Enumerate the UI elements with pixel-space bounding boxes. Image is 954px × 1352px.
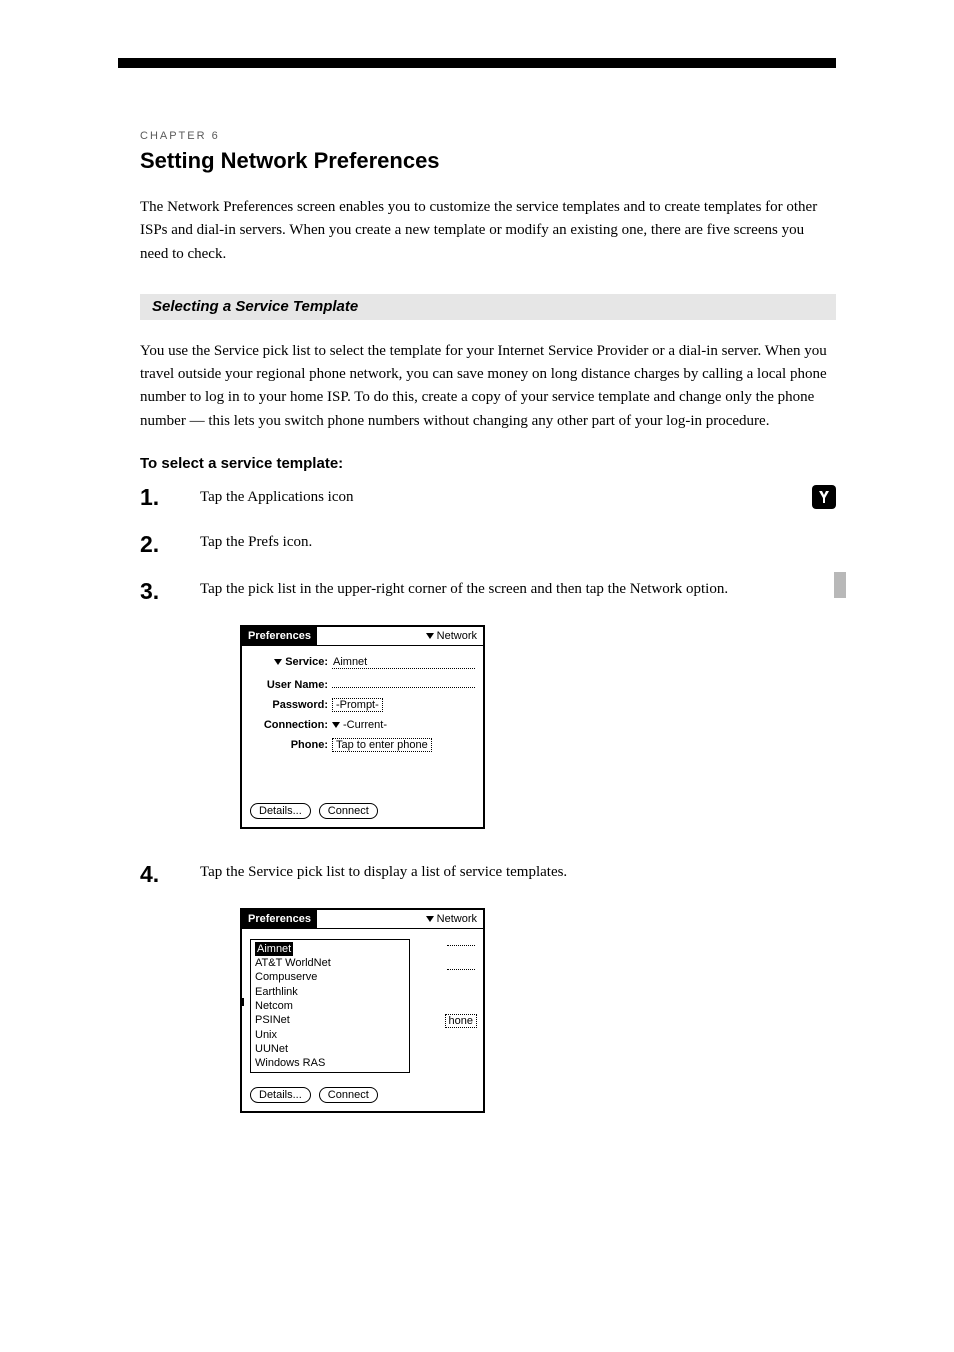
popup-anchor [240,998,244,1006]
intro-paragraph: The Network Preferences screen enables y… [140,196,836,266]
step-text: Tap the pick list in the upper-right cor… [200,578,836,601]
step-text: Tap the Prefs icon. [200,531,836,554]
screen-titlebar: Preferences Network [242,627,483,646]
steps-heading: To select a service template: [140,455,836,472]
service-row: Service: Aimnet [250,656,475,669]
service-option[interactable]: Compuserve [255,970,405,984]
preferences-screen-popup: Preferences Network Aimnet AT&T WorldNet… [240,908,485,1114]
step-number: 1. [140,484,200,511]
chevron-down-icon [426,633,434,639]
connection-value: -Current- [343,719,387,731]
service-option[interactable]: Windows RAS [255,1056,405,1070]
step-3: 3. Tap the pick list in the upper-right … [140,578,836,605]
step-number: 4. [140,861,200,888]
password-fragment [447,958,475,970]
connect-button[interactable]: Connect [319,1087,378,1103]
step-text: Tap the Service pick list to display a l… [200,861,836,884]
connect-button[interactable]: Connect [319,803,378,819]
service-option[interactable]: UUNet [255,1042,405,1056]
screen-title: Preferences [242,910,317,928]
category-picker-value: Network [437,630,477,642]
step-1: 1. Tap the Applications icon [140,484,836,511]
password-row: Password: -Prompt- [250,698,475,712]
username-field[interactable] [332,676,475,688]
step-number: 2. [140,531,200,558]
subsection-paragraph: You use the Service pick list to select … [140,340,836,433]
details-button[interactable]: Details... [250,1087,311,1103]
category-picker[interactable]: Network [426,630,477,642]
username-fragment [447,934,475,946]
step-2: 2. Tap the Prefs icon. [140,531,836,558]
phone-field[interactable]: Tap to enter phone [332,738,432,752]
service-option[interactable]: PSINet [255,1013,405,1027]
chevron-down-icon [426,916,434,922]
subsection-band: Selecting a Service Template [140,294,836,320]
step-number: 3. [140,578,200,605]
phone-label: Phone: [250,739,328,751]
details-button[interactable]: Details... [250,803,311,819]
service-option[interactable]: Earthlink [255,985,405,999]
applications-icon [812,485,836,509]
password-field[interactable]: -Prompt- [332,698,383,712]
username-row: User Name: [250,676,475,691]
connection-label: Connection: [250,719,328,731]
chevron-down-icon [274,659,282,665]
service-label: Service: [285,656,328,668]
screen-title: Preferences [242,627,317,645]
section-label: CHAPTER 6 [140,130,836,142]
username-label: User Name: [250,679,328,691]
page-header-rule [118,58,836,68]
service-option[interactable]: Unix [255,1028,405,1042]
password-label: Password: [250,699,328,711]
phone-fragment: hone [445,1014,477,1028]
service-option[interactable]: AT&T WorldNet [255,956,405,970]
service-picker[interactable]: Aimnet [332,656,475,669]
chevron-down-icon [332,722,340,728]
preferences-screen: Preferences Network Service: Aimnet User… [240,625,485,829]
connection-row: Connection: -Current- [250,719,475,731]
service-option[interactable]: Aimnet [255,942,293,956]
phone-row: Phone: Tap to enter phone [250,738,475,752]
page-title: Setting Network Preferences [140,148,836,174]
screen-titlebar: Preferences Network [242,910,483,929]
step-text: Tap the Applications icon [200,486,802,509]
service-popup-list[interactable]: Aimnet AT&T WorldNet Compuserve Earthlin… [250,939,410,1074]
connection-picker[interactable]: -Current- [332,719,387,731]
service-option[interactable]: Netcom [255,999,405,1013]
category-picker[interactable]: Network [426,913,477,925]
category-picker-value: Network [437,913,477,925]
page-content: CHAPTER 6 Setting Network Preferences Th… [140,130,836,1145]
subsection-title: Selecting a Service Template [152,298,358,315]
step-4: 4. Tap the Service pick list to display … [140,861,836,888]
